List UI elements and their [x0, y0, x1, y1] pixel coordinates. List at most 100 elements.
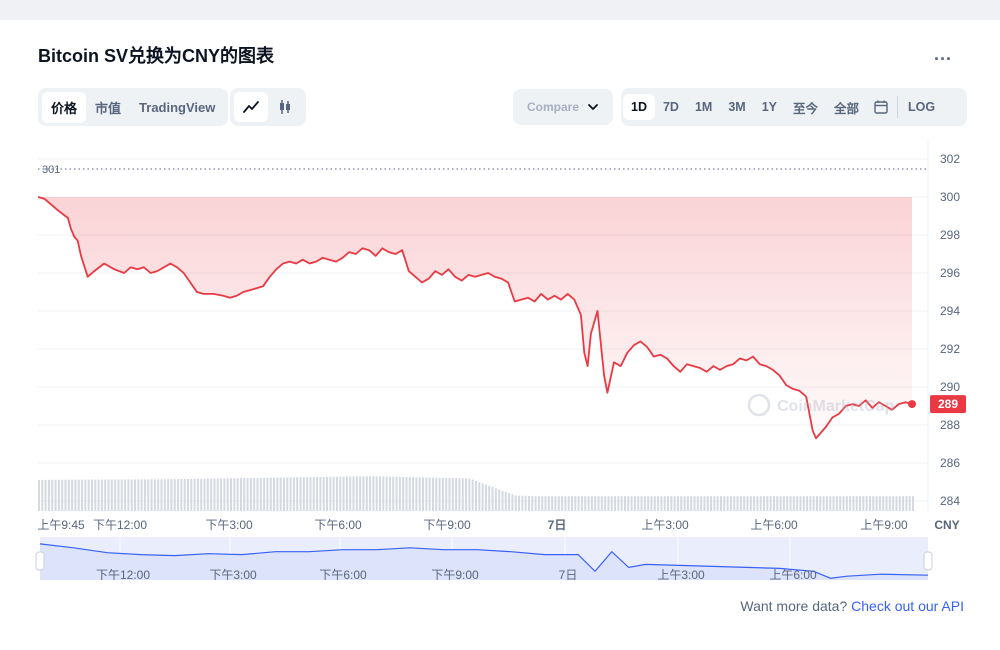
volume-bar — [885, 496, 888, 511]
volume-bar — [719, 496, 722, 511]
volume-bar — [739, 496, 742, 511]
volume-bar — [388, 476, 391, 511]
volume-bar — [796, 496, 799, 511]
volume-bar — [322, 476, 325, 511]
volume-bar — [733, 496, 736, 511]
volume-bar — [94, 479, 97, 511]
volume-bar — [186, 478, 189, 511]
volume-bar — [269, 477, 272, 511]
volume-bar — [468, 478, 471, 511]
current-price-label: 289 — [938, 397, 958, 411]
volume-bar — [276, 477, 279, 511]
volume-bar — [590, 496, 593, 511]
y-tick-label: 286 — [940, 456, 960, 470]
volume-bar — [902, 496, 905, 511]
volume-bar — [352, 476, 355, 511]
volume-bar — [521, 495, 524, 511]
volume-bar — [385, 476, 388, 511]
volume-bar — [680, 496, 683, 511]
api-link[interactable]: Check out our API — [851, 598, 964, 614]
volume-bar — [627, 496, 630, 511]
volume-bar — [140, 479, 143, 511]
volume-bar — [445, 477, 448, 511]
volume-bar — [663, 496, 666, 511]
volume-bar — [428, 477, 431, 511]
volume-bar — [835, 496, 838, 511]
volume-bar — [594, 496, 597, 511]
volume-bar — [872, 496, 875, 511]
volume-bar — [481, 483, 484, 511]
volume-bar — [170, 479, 173, 511]
volume-bar — [71, 479, 74, 511]
volume-bar — [686, 496, 689, 511]
volume-bar — [286, 477, 289, 511]
volume-bar — [862, 496, 865, 511]
volume-bar — [408, 477, 411, 511]
volume-bar — [892, 496, 895, 511]
x-tick-label: 上午3:00 — [641, 518, 689, 532]
volume-bar — [177, 479, 180, 511]
volume-bar — [640, 496, 643, 511]
volume-bar — [319, 476, 322, 511]
volume-bar — [422, 477, 425, 511]
navigator-tick-label: 上午6:00 — [769, 568, 817, 580]
volume-bar — [398, 476, 401, 511]
volume-bar — [130, 479, 133, 511]
volume-bar — [511, 494, 514, 511]
volume-bar — [74, 479, 77, 511]
volume-bar — [753, 496, 756, 511]
volume-bar — [256, 477, 259, 511]
volume-bar — [587, 496, 590, 511]
volume-bar — [100, 479, 103, 511]
volume-bar — [607, 496, 610, 511]
y-tick-label: 292 — [940, 342, 960, 356]
volume-bar — [888, 496, 891, 511]
volume-bar — [316, 477, 319, 511]
volume-bar — [296, 477, 299, 511]
volume-bar — [183, 478, 186, 511]
volume-bar — [643, 496, 646, 511]
price-chart: 302 300 298 296 294 292 290 288 286 284 301 289 Coin… — [35, 140, 966, 580]
volume-bar — [769, 496, 772, 511]
volume-bar — [137, 479, 140, 511]
volume-bar — [865, 496, 868, 511]
navigator-tick-label: 下午3:00 — [209, 568, 257, 580]
volume-bar — [90, 479, 93, 511]
watermark-text: CoinMarketCap — [777, 398, 895, 415]
volume-bar — [326, 476, 329, 511]
volume-bar — [302, 477, 305, 511]
volume-bar — [372, 476, 375, 511]
x-tick-label: 上午9:00 — [860, 518, 908, 532]
volume-bar — [763, 496, 766, 511]
volume-bar — [163, 479, 166, 511]
volume-bar — [167, 479, 170, 511]
volume-bar — [832, 496, 835, 511]
volume-bar — [471, 479, 474, 511]
volume-bar — [246, 478, 249, 511]
volume-bar — [554, 496, 557, 511]
volume-bar — [134, 479, 137, 511]
volume-bar — [637, 496, 640, 511]
volume-bar — [339, 476, 342, 511]
navigator-tick-label: 7日 — [559, 568, 578, 580]
volume-bar — [282, 477, 285, 511]
volume-bar — [104, 479, 107, 511]
volume-bar — [478, 482, 481, 511]
volume-bar — [97, 479, 100, 511]
y-tick-label: 284 — [940, 494, 960, 508]
volume-bar — [825, 496, 828, 511]
volume-bar — [491, 487, 494, 511]
volume-bar — [223, 478, 226, 511]
volume-bar — [375, 476, 378, 511]
volume-bar — [706, 496, 709, 511]
volume-bar — [527, 495, 530, 511]
navigator-tick-label: 下午6:00 — [319, 568, 367, 580]
volume-bar — [299, 477, 302, 511]
volume-bar — [676, 496, 679, 511]
watermark: CoinMarketCap — [747, 393, 895, 417]
volume-bar — [630, 496, 633, 511]
volume-bar — [647, 496, 650, 511]
volume-bar — [766, 496, 769, 511]
volume-bar — [438, 477, 441, 511]
volume-bar — [342, 476, 345, 511]
